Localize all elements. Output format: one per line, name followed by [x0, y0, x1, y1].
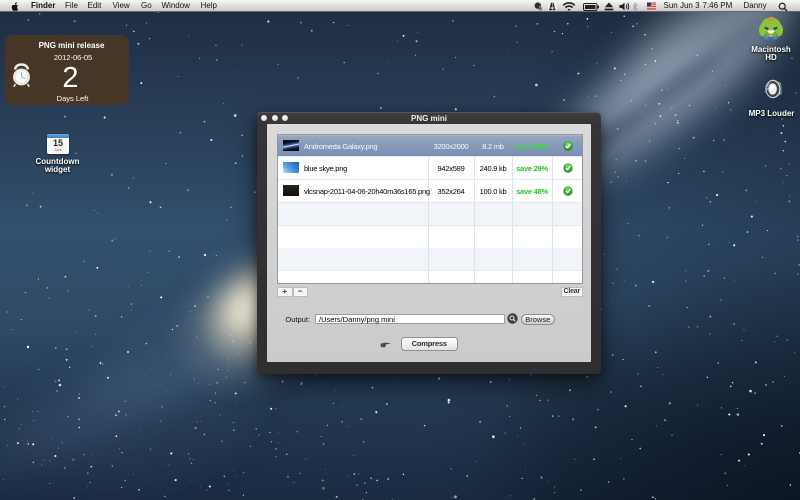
svg-text:9: 9: [538, 6, 541, 11]
